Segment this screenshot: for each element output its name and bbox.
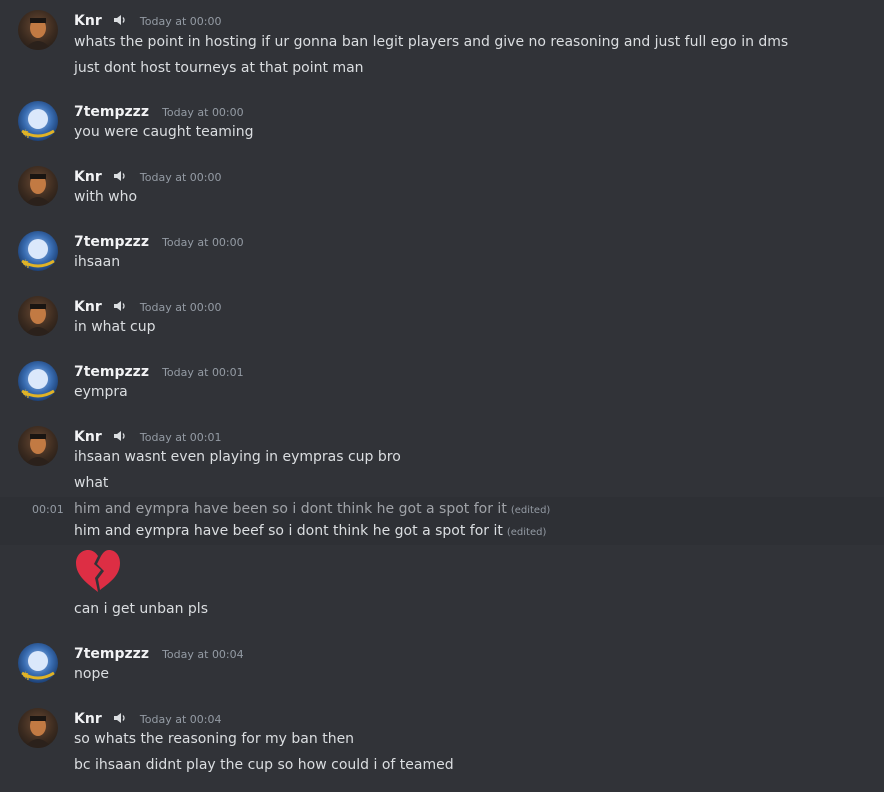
username[interactable]: Knr (74, 711, 102, 727)
speaker-icon (113, 168, 127, 187)
message-group: Knr Today at 00:04 so whats the reasonin… (0, 708, 884, 782)
timestamp: Today at 00:00 (162, 236, 244, 249)
username[interactable]: Knr (74, 299, 102, 315)
avatar[interactable] (18, 296, 58, 336)
message-text: with who (74, 189, 138, 205)
speaker-icon (113, 428, 127, 447)
message-text: you were caught teaming (74, 124, 254, 140)
avatar[interactable] (18, 708, 58, 748)
username[interactable]: 7tempzzz (74, 104, 149, 120)
username[interactable]: Knr (74, 169, 102, 185)
message-text-edited[interactable]: him and eympra have been so i dont think… (74, 501, 550, 517)
message-text: him and eympra have been so i dont think… (74, 501, 507, 517)
svg-text:$: $ (22, 128, 30, 141)
username[interactable]: 7tempzzz (74, 234, 149, 250)
avatar[interactable] (18, 166, 58, 206)
message-group: Knr Today at 00:01 ihsaan wasnt even pla… (0, 426, 884, 617)
username[interactable]: 7tempzzz (74, 364, 149, 380)
timestamp: Today at 00:00 (162, 106, 244, 119)
speaker-icon (113, 710, 127, 729)
svg-text:$: $ (22, 388, 30, 401)
avatar[interactable]: $ (18, 231, 58, 271)
avatar[interactable]: $ (18, 643, 58, 683)
message-text: just dont host tourneys at that point ma… (74, 60, 364, 76)
message-text: whats the point in hosting if ur gonna b… (74, 34, 789, 50)
message-group: $ 7tempzzz Today at 00:00 ihsaan (0, 231, 884, 275)
svg-text:$: $ (22, 258, 30, 271)
message-text: what (74, 475, 109, 491)
username[interactable]: 7tempzzz (74, 646, 149, 662)
edited-label: (edited) (506, 527, 547, 538)
message-text: so whats the reasoning for my ban then (74, 731, 355, 747)
message-text: eympra (74, 384, 128, 400)
message-text: bc ihsaan didnt play the cup so how coul… (74, 757, 454, 773)
message-group: $ 7tempzzz Today at 00:04 nope (0, 643, 884, 687)
message-group: $ 7tempzzz Today at 00:00 you were caugh… (0, 101, 884, 145)
message-group: Knr Today at 00:00 in what cup (0, 296, 884, 340)
svg-text:$: $ (22, 670, 30, 683)
avatar[interactable]: $ (18, 361, 58, 401)
chat-messages: Knr Today at 00:00 whats the point in ho… (0, 0, 884, 792)
message-text: in what cup (74, 319, 156, 335)
message-text: can i get unban pls (74, 601, 208, 617)
timestamp: Today at 00:04 (162, 648, 244, 661)
username[interactable]: Knr (74, 13, 102, 29)
message-text: nope (74, 666, 109, 682)
speaker-icon (113, 12, 127, 31)
avatar[interactable]: $ (18, 101, 58, 141)
timestamp: Today at 00:00 (139, 171, 222, 184)
message-text: him and eympra have beef so i dont think… (74, 523, 503, 539)
username[interactable]: Knr (74, 429, 102, 445)
timestamp: Today at 00:01 (139, 431, 222, 444)
avatar[interactable] (18, 10, 58, 50)
avatar[interactable] (18, 426, 58, 466)
timestamp: Today at 00:01 (162, 366, 244, 379)
speaker-icon (113, 298, 127, 317)
message-group: $ 7tempzzz Today at 00:01 eympra (0, 361, 884, 405)
timestamp: Today at 00:00 (139, 15, 222, 28)
message-text-edited[interactable]: him and eympra have beef so i dont think… (74, 523, 546, 539)
message-group: Knr Today at 00:00 with who (0, 166, 884, 210)
timestamp: Today at 00:00 (139, 301, 222, 314)
message-text: ihsaan (74, 254, 121, 270)
edited-label: (edited) (510, 505, 551, 516)
message-text: ihsaan wasnt even playing in eympras cup… (74, 449, 401, 465)
timestamp: Today at 00:04 (139, 713, 222, 726)
message-group: Knr Today at 00:00 whats the point in ho… (0, 10, 884, 82)
broken-heart-emoji[interactable] (74, 548, 122, 594)
